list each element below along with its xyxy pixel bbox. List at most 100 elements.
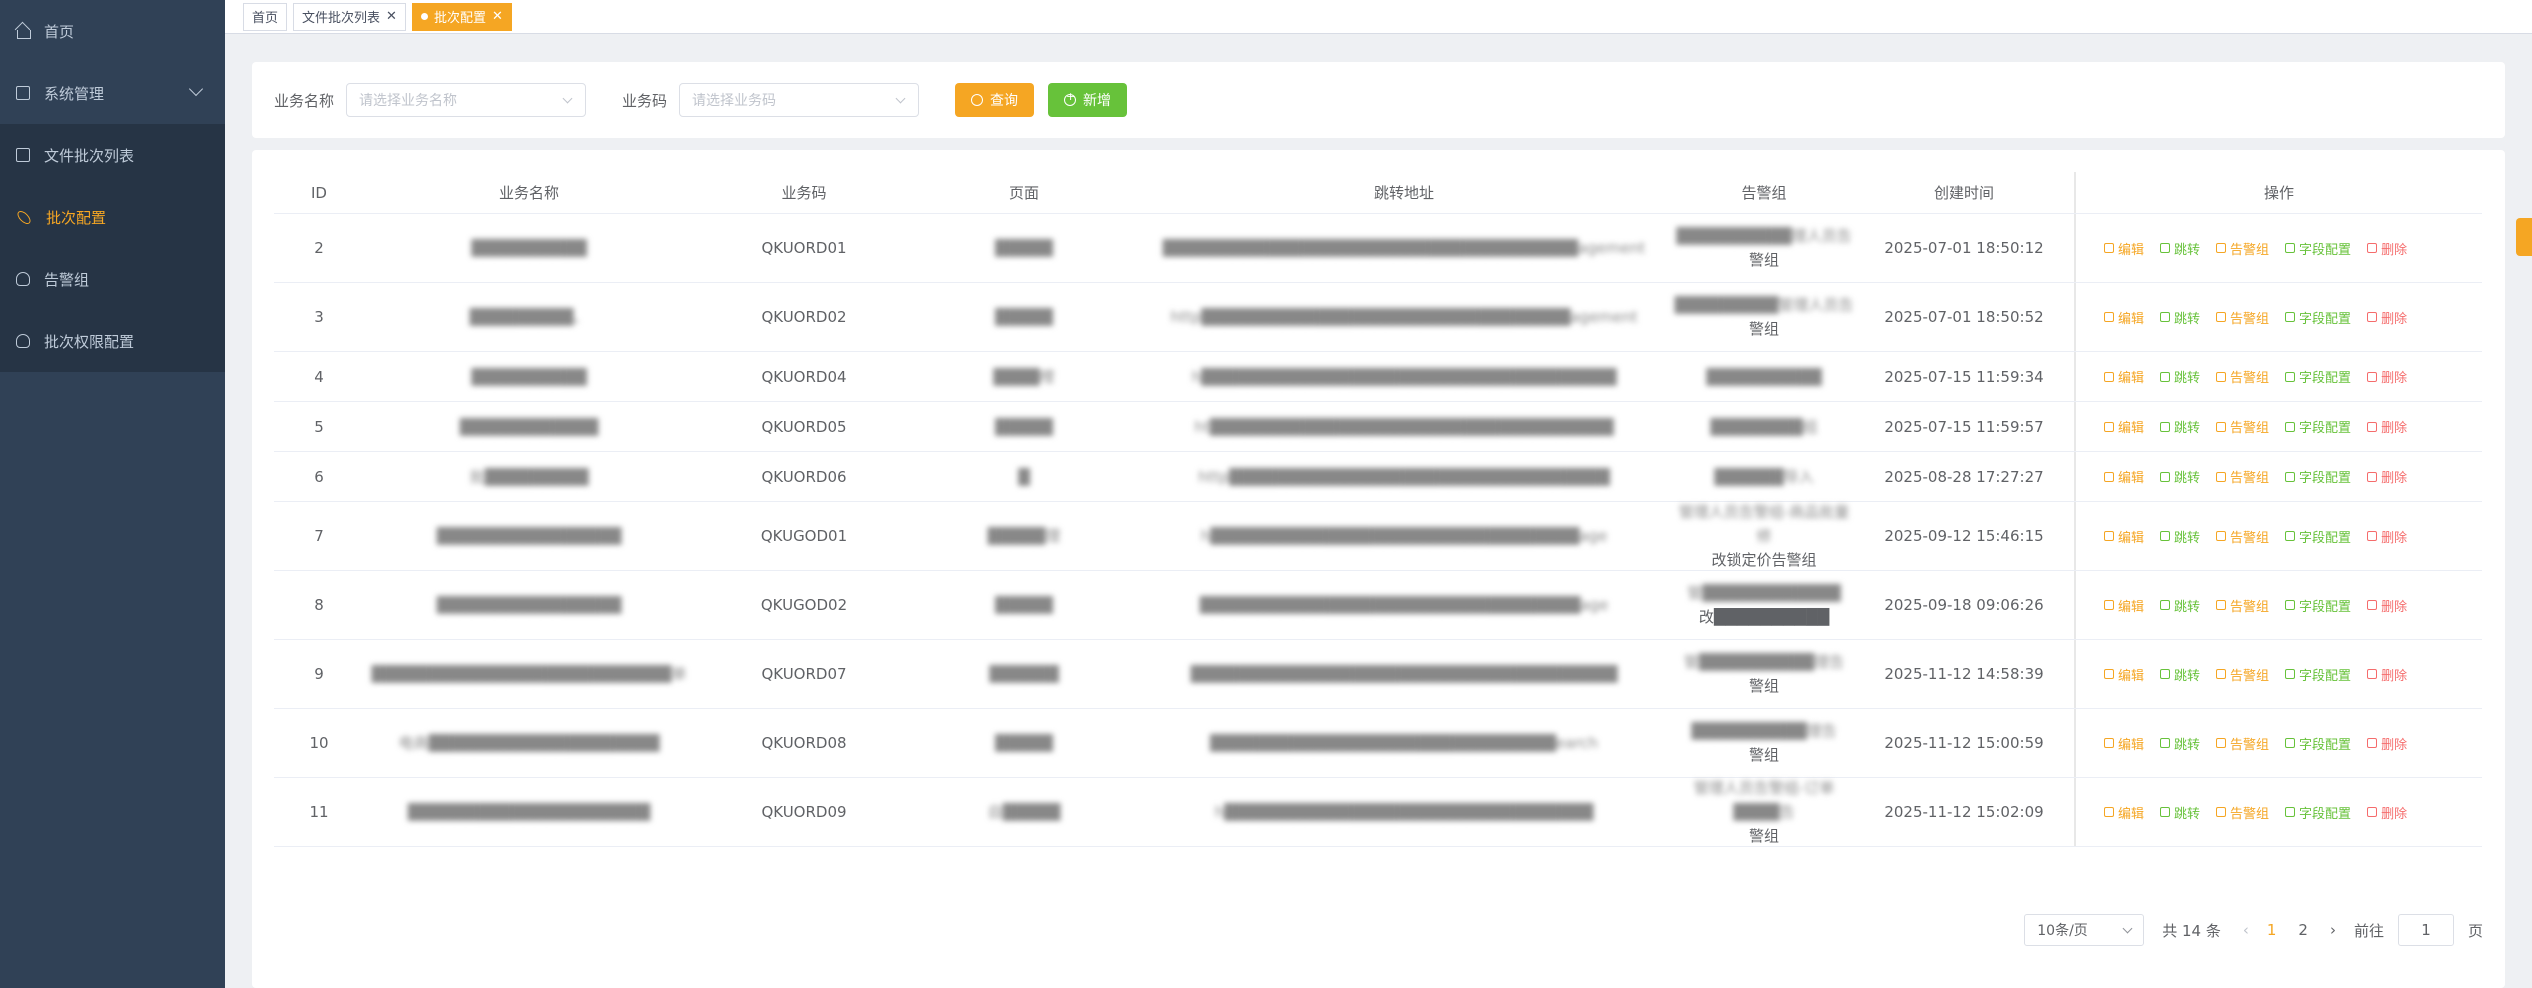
- cell-code: QKUORD06: [761, 467, 847, 486]
- prev-page-button[interactable]: ‹: [2243, 921, 2249, 939]
- settings-icon: [2285, 312, 2296, 322]
- alarm-group-button[interactable]: 告警组: [2216, 596, 2269, 615]
- edit-button[interactable]: 编辑: [2104, 308, 2144, 327]
- sidebar-item-home[interactable]: 首页: [0, 0, 225, 62]
- jump-button[interactable]: 跳转: [2160, 803, 2200, 822]
- sidebar-item-alarm-group[interactable]: 告警组: [0, 248, 225, 310]
- chevron-down-icon: [895, 93, 906, 104]
- bell-icon: [2216, 421, 2227, 432]
- jump-button[interactable]: 跳转: [2160, 308, 2200, 327]
- delete-button[interactable]: 删除: [2367, 665, 2407, 684]
- edit-icon: [2104, 738, 2114, 748]
- field-config-button[interactable]: 字段配置: [2285, 734, 2351, 753]
- op-label: 告警组: [2230, 806, 2270, 822]
- delete-button[interactable]: 删除: [2367, 367, 2407, 386]
- sidebar-item-system[interactable]: 系统管理: [0, 62, 225, 124]
- alarm-group-button[interactable]: 告警组: [2216, 527, 2269, 546]
- edit-button[interactable]: 编辑: [2104, 665, 2144, 684]
- sidebar-item-batch-config[interactable]: 批次配置: [0, 186, 225, 248]
- jump-button[interactable]: 跳转: [2160, 467, 2200, 486]
- edit-button[interactable]: 编辑: [2104, 803, 2144, 822]
- tag-label: 文件批次列表: [302, 11, 381, 26]
- jump-button[interactable]: 跳转: [2160, 367, 2200, 386]
- delete-button[interactable]: 删除: [2367, 417, 2407, 436]
- field-config-button[interactable]: 字段配置: [2285, 803, 2351, 822]
- edit-button[interactable]: 编辑: [2104, 596, 2144, 615]
- cell-ops: 编辑 跳转 告警组 字段配置 删除: [2074, 352, 2482, 401]
- delete-button[interactable]: 删除: [2367, 308, 2407, 327]
- next-page-button[interactable]: ›: [2330, 921, 2336, 939]
- op-label: 告警组: [2230, 371, 2270, 386]
- goto-page-input[interactable]: 1: [2397, 914, 2454, 946]
- jump-button[interactable]: 跳转: [2160, 665, 2200, 684]
- edit-icon: [2104, 669, 2114, 679]
- alarm-group-button[interactable]: 告警组: [2216, 417, 2269, 436]
- cell-group-line1: 管理人员告警组-商品批量修: [1678, 503, 1850, 545]
- edit-button[interactable]: 编辑: [2104, 417, 2144, 436]
- total-count: 共 14 条: [2162, 921, 2221, 940]
- cell-code: QKUORD02: [761, 308, 847, 326]
- cell-group-line1: ████████组: [1710, 417, 1818, 436]
- page-2-button[interactable]: 2: [2298, 921, 2308, 939]
- jump-button[interactable]: 跳转: [2160, 734, 2200, 753]
- alarm-group-button[interactable]: 告警组: [2216, 803, 2269, 822]
- edit-button[interactable]: 编辑: [2104, 527, 2144, 546]
- close-icon[interactable]: ✕: [492, 9, 503, 24]
- chevron-down-icon: [562, 93, 573, 104]
- sidebar-item-file-batch[interactable]: 文件批次列表: [0, 124, 225, 186]
- delete-button[interactable]: 删除: [2367, 239, 2407, 258]
- alarm-group-button[interactable]: 告警组: [2216, 239, 2269, 258]
- alarm-group-button[interactable]: 告警组: [2216, 467, 2269, 486]
- field-config-button[interactable]: 字段配置: [2285, 596, 2351, 615]
- delete-button[interactable]: 删除: [2367, 596, 2407, 615]
- cell-group: ██████导入: [1674, 465, 1854, 489]
- page-size-select[interactable]: 10条/页: [2024, 914, 2145, 946]
- field-config-button[interactable]: 字段配置: [2285, 239, 2351, 258]
- bell-icon: [2216, 669, 2227, 679]
- field-config-button[interactable]: 字段配置: [2285, 527, 2351, 546]
- cell-page: █████: [995, 596, 1053, 614]
- field-config-button[interactable]: 字段配置: [2285, 367, 2351, 386]
- field-config-button[interactable]: 字段配置: [2285, 308, 2351, 327]
- edit-button[interactable]: 编辑: [2104, 239, 2144, 258]
- jump-button[interactable]: 跳转: [2160, 239, 2200, 258]
- jump-button[interactable]: 跳转: [2160, 596, 2200, 615]
- business-name-label: 业务名称: [274, 91, 335, 110]
- business-code-select[interactable]: 请选择业务码: [679, 83, 920, 117]
- field-config-button[interactable]: 字段配置: [2285, 417, 2351, 436]
- jump-button[interactable]: 跳转: [2160, 527, 2200, 546]
- tag-home[interactable]: 首页: [243, 2, 288, 31]
- delete-button[interactable]: 删除: [2367, 734, 2407, 753]
- field-config-button[interactable]: 字段配置: [2285, 467, 2351, 486]
- business-name-select[interactable]: 请选择业务名称: [346, 83, 587, 117]
- alarm-group-button[interactable]: 告警组: [2216, 734, 2269, 753]
- alarm-group-button[interactable]: 告警组: [2216, 308, 2269, 327]
- cell-id: 2: [314, 239, 324, 257]
- edit-icon: [2104, 807, 2114, 817]
- link-icon: [2160, 531, 2171, 541]
- side-settings-handle[interactable]: [2516, 218, 2532, 256]
- page-1-button[interactable]: 1: [2267, 921, 2277, 939]
- tag-file-batch[interactable]: 文件批次列表 ✕: [293, 2, 406, 31]
- table-row: 9 ██████████████████████████单 QKUORD07 ████…: [274, 640, 2482, 709]
- alarm-group-button[interactable]: 告警组: [2216, 665, 2269, 684]
- op-label: 字段配置: [2299, 668, 2352, 684]
- delete-button[interactable]: 删除: [2367, 527, 2407, 546]
- cell-group-line1: ██████████理人员告: [1676, 227, 1852, 245]
- field-config-button[interactable]: 字段配置: [2285, 665, 2351, 684]
- sidebar-item-label: 告警组: [44, 270, 90, 289]
- edit-button[interactable]: 编辑: [2104, 367, 2144, 386]
- query-button[interactable]: 查询: [955, 83, 1035, 117]
- cell-name: ██████████: [471, 367, 587, 386]
- jump-button[interactable]: 跳转: [2160, 417, 2200, 436]
- delete-button[interactable]: 删除: [2367, 467, 2407, 486]
- edit-button[interactable]: 编辑: [2104, 467, 2144, 486]
- add-button[interactable]: 新增: [1048, 83, 1128, 117]
- cell-name: ████████████: [459, 417, 599, 436]
- edit-button[interactable]: 编辑: [2104, 734, 2144, 753]
- close-icon[interactable]: ✕: [386, 9, 397, 24]
- tag-batch-config[interactable]: 批次配置 ✕: [411, 2, 512, 31]
- delete-button[interactable]: 删除: [2367, 803, 2407, 822]
- sidebar-item-batch-permission[interactable]: 批次权限配置: [0, 310, 225, 372]
- alarm-group-button[interactable]: 告警组: [2216, 367, 2269, 386]
